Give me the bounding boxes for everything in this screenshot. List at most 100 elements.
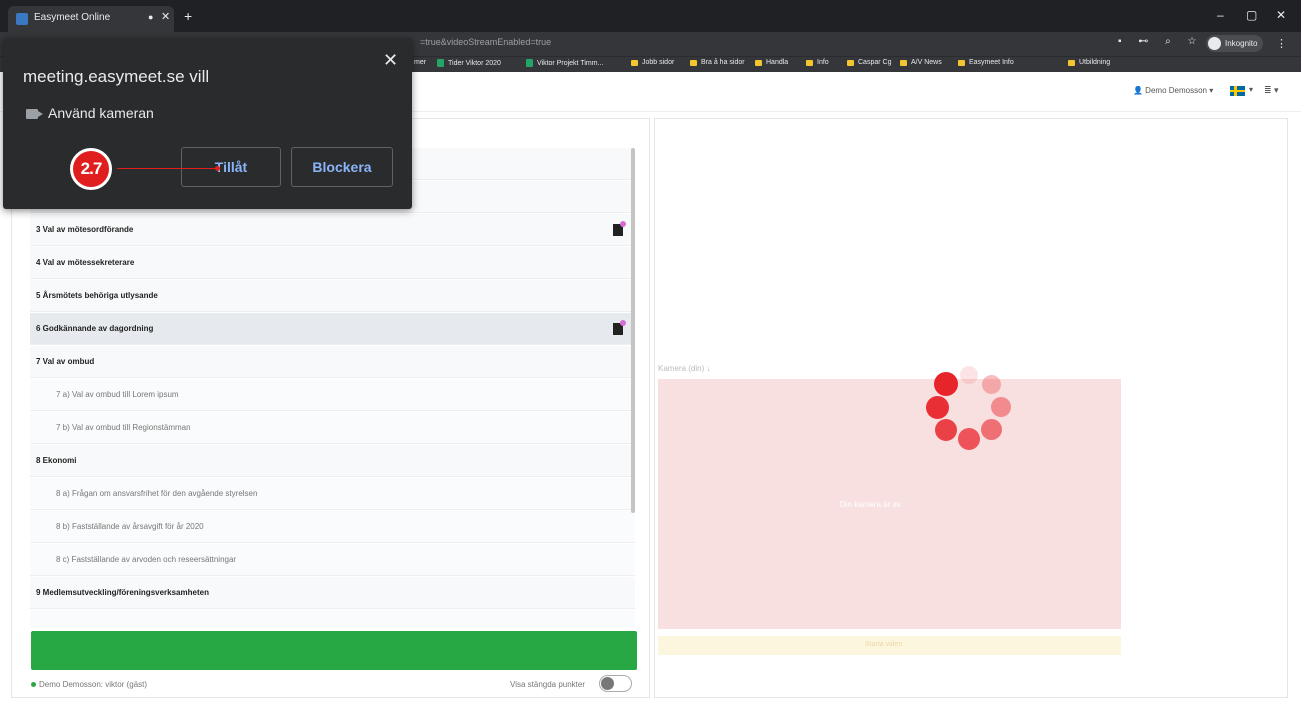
agenda-item[interactable]: 8 b) Fastställande av årsavgift för år 2… [30, 511, 635, 543]
spinner-dot [991, 397, 1011, 417]
bookmark-item[interactable]: mer [414, 59, 426, 66]
folder-icon [755, 59, 762, 66]
popup-title: meeting.easymeet.se vill [23, 67, 210, 86]
bookmark-item[interactable]: Easymeet Info [958, 59, 1014, 66]
incognito-label: Inkognito [1225, 39, 1258, 48]
agenda-item[interactable]: 9 Medlemsutveckling/föreningsverksamhete… [30, 577, 635, 609]
spinner-dot [935, 418, 958, 441]
new-tab-button[interactable]: + [184, 8, 192, 24]
agenda-scrollbar[interactable] [631, 148, 635, 513]
start-video-text: Starta video [865, 641, 903, 648]
bookmark-label: Info [817, 59, 829, 66]
language-caret-icon[interactable]: ▾ [1249, 85, 1253, 94]
block-button[interactable]: Blockera [291, 147, 393, 187]
agenda-item-label: 5 Årsmötets behöriga utlysande [36, 291, 158, 300]
agenda-item-label: 6 Godkännande av dagordning [36, 324, 154, 333]
address-bar[interactable]: =true&videoStreamEnabled=true [420, 37, 551, 47]
agenda-item-label: 8 b) Fastställande av årsavgift för år 2… [56, 522, 204, 531]
minimize-button[interactable]: – [1217, 8, 1224, 22]
agenda-item[interactable]: 7 Val av ombud [30, 346, 635, 378]
agenda-item[interactable] [30, 610, 635, 628]
camera-off-message: Din kamera är av [840, 500, 901, 509]
agenda-item-label: 7 Val av ombud [36, 357, 95, 366]
agenda-item[interactable]: 6 Godkännande av dagordning [30, 313, 635, 345]
maximize-button[interactable]: ▢ [1246, 8, 1257, 22]
bookmark-label: Tider Viktor 2020 [448, 59, 501, 67]
bookmark-label: A/V News [911, 59, 942, 66]
bookmark-label: mer [414, 59, 427, 66]
agenda-item[interactable]: 7 a) Val av ombud till Lorem ipsum [30, 379, 635, 411]
camera-permission-popup: meeting.easymeet.se vill ✕ Använd kamera… [3, 38, 412, 209]
spinner-dot [960, 366, 978, 384]
bookmark-item[interactable]: Jobb sidor [631, 59, 674, 66]
agenda-item-label: 3 Val av mötesordförande [36, 225, 134, 234]
bookmark-item[interactable]: Handla [755, 59, 788, 66]
bookmark-item[interactable]: A/V News [900, 59, 942, 66]
spinner-dot [958, 428, 980, 450]
spinner-dot [925, 395, 949, 419]
browser-menu-icon[interactable]: ⋮ [1276, 37, 1287, 50]
browser-tab[interactable]: Easymeet Online ● ✕ [8, 6, 174, 32]
bookmark-label: Viktor Projekt Timm... [537, 59, 604, 67]
online-dot-icon [31, 682, 36, 687]
agenda-item[interactable]: 7 b) Val av ombud till Regionstämman [30, 412, 635, 444]
swedish-flag-icon[interactable] [1230, 86, 1245, 96]
step-marker-line [117, 168, 217, 169]
folder-icon [690, 59, 697, 66]
agenda-item[interactable]: 8 Ekonomi [30, 445, 635, 477]
video-label: Kamera (din) ↓ [658, 364, 711, 373]
agenda-item-label: 9 Medlemsutveckling/föreningsverksamhete… [36, 588, 209, 597]
tab-close-icon[interactable]: ✕ [161, 10, 170, 23]
bookmark-label: Utbildning [1079, 59, 1111, 66]
permission-text: Använd kameran [48, 105, 154, 121]
bookmark-item[interactable]: Bra å ha sidor [690, 59, 745, 66]
bookmark-label: Handla [766, 59, 789, 66]
sheets-icon [526, 59, 533, 67]
folder-icon [631, 59, 638, 66]
bookmark-item[interactable]: Utbildning [1068, 59, 1110, 66]
bookmark-item[interactable]: Caspar Cg [847, 59, 891, 66]
camera-icon [26, 109, 38, 119]
agenda-item[interactable]: 4 Val av mötessekreterare [30, 247, 635, 279]
document-icon[interactable] [613, 221, 626, 236]
folder-icon [847, 59, 854, 66]
agenda-item-label: 8 Ekonomi [36, 456, 77, 465]
bookmark-label: Easymeet Info [969, 59, 1014, 66]
sheets-icon [437, 59, 444, 67]
agenda-item-label: 7 b) Val av ombud till Regionstämman [56, 423, 191, 432]
agenda-item[interactable]: 3 Val av mötesordförande [30, 214, 635, 246]
folder-icon [958, 59, 965, 66]
document-icon[interactable] [613, 320, 626, 335]
bookmark-item[interactable]: Info [806, 59, 829, 66]
spinner-dot [982, 374, 1002, 394]
toolbar-icons[interactable]: ▪ ⊷ ⌕ ☆ [1118, 36, 1203, 47]
bookmark-label: Caspar Cg [858, 59, 892, 66]
agenda-item[interactable]: 5 Årsmötets behöriga utlysande [30, 280, 635, 312]
participant-status: Demo Demosson: viktor (gäst) [31, 680, 147, 689]
browser-titlebar: Easymeet Online ● ✕ + – ▢ ✕ [0, 0, 1301, 32]
popup-close-icon[interactable]: ✕ [383, 50, 398, 71]
agenda-item-label: 8 c) Fastställande av arvoden och reseer… [56, 555, 237, 564]
incognito-badge[interactable]: Inkognito [1206, 35, 1264, 52]
step-marker: 2.7 [70, 148, 112, 190]
bookmark-item[interactable]: Viktor Projekt Timm... [526, 59, 603, 67]
show-closed-label: Visa stängda punkter [510, 680, 586, 689]
agenda-item-label: 8 a) Frågan om ansvarsfrihet för den avg… [56, 489, 258, 498]
folder-icon [1068, 59, 1075, 66]
meeting-status-bar[interactable] [31, 631, 637, 670]
bookmark-label: Bra å ha sidor [701, 59, 745, 66]
close-window-button[interactable]: ✕ [1276, 8, 1286, 22]
bookmark-item[interactable]: Tider Viktor 2020 [437, 59, 501, 67]
user-menu[interactable]: 👤 Demo Demosson ▾ [1133, 86, 1213, 95]
participant-status-text: Demo Demosson: viktor (gäst) [39, 680, 148, 689]
show-closed-toggle[interactable] [599, 675, 632, 692]
agenda-item[interactable]: 8 c) Fastställande av arvoden och reseer… [30, 544, 635, 576]
agenda-item[interactable]: 8 a) Frågan om ansvarsfrihet för den avg… [30, 478, 635, 510]
easymeet-favicon-icon [16, 13, 28, 25]
agenda-item-label: 7 a) Val av ombud till Lorem ipsum [56, 390, 179, 399]
folder-icon [900, 59, 907, 66]
bookmark-label: Jobb sidor [642, 59, 675, 66]
allow-button[interactable]: Tillåt [181, 147, 281, 187]
incognito-icon [1208, 37, 1221, 50]
menu-icon[interactable]: ≣ ▾ [1264, 85, 1279, 96]
